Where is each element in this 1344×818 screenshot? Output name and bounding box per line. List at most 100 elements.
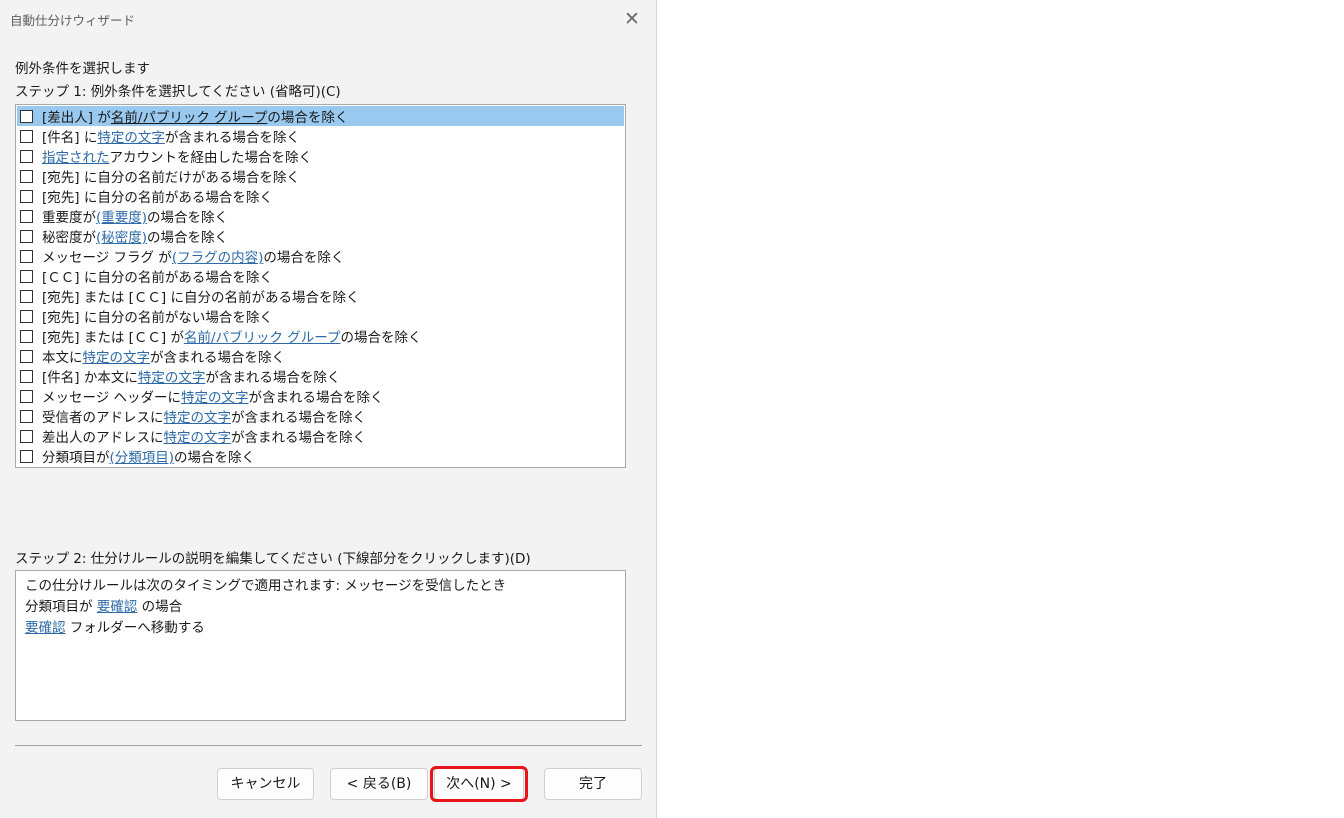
condition-text: [件名] か本文に [42, 370, 138, 386]
condition-checkbox[interactable] [20, 349, 33, 363]
rules-wizard-dialog: 自動仕分けウィザード ✕ 例外条件を選択します ステップ 1: 例外条件を選択し… [0, 0, 657, 818]
condition-text: が含まれる場合を除く [164, 130, 300, 146]
description-value-link[interactable]: 要確認 [97, 599, 138, 615]
condition-text: [件名] に [42, 130, 98, 146]
condition-text: の場合を除く [263, 250, 345, 266]
condition-value-link[interactable]: 名前/パブリック グループ [111, 106, 268, 126]
condition-checkbox[interactable] [20, 449, 33, 463]
condition-text: の場合を除く [174, 450, 256, 466]
step2-label: ステップ 2: 仕分けルールの説明を編集してください (下線部分をクリックします… [15, 551, 531, 567]
condition-checkbox[interactable] [20, 329, 33, 343]
exception-conditions-list[interactable]: [差出人] が 名前/パブリック グループ の場合を除く [件名] に 特定の文字… [15, 104, 626, 468]
description-text: の場合 [137, 599, 183, 615]
condition-value-link[interactable]: (重要度) [96, 206, 147, 226]
description-value-link[interactable]: 要確認 [25, 620, 66, 636]
condition-checkbox[interactable] [20, 409, 33, 423]
condition-row[interactable]: 受信者のアドレスに 特定の文字 が含まれる場合を除く [17, 406, 624, 426]
condition-value-link[interactable]: (秘密度) [96, 226, 147, 246]
rule-description-box[interactable]: この仕分けルールは次のタイミングで適用されます: メッセージを受信したとき 分類項… [15, 570, 626, 721]
description-line: 要確認 フォルダーへ移動する [25, 616, 205, 636]
condition-text: [宛先] に自分の名前がない場合を除く [42, 310, 273, 326]
condition-row[interactable]: [宛先] または [ＣＣ] が 名前/パブリック グループ の場合を除く [17, 326, 624, 346]
condition-row[interactable]: [宛先] に自分の名前だけがある場合を除く [17, 166, 624, 186]
condition-row[interactable]: [宛先] または [ＣＣ] に自分の名前がある場合を除く [17, 286, 624, 306]
close-icon[interactable]: ✕ [621, 8, 643, 30]
condition-checkbox[interactable] [20, 209, 33, 223]
condition-checkbox[interactable] [20, 129, 33, 143]
condition-text: [ＣＣ] に自分の名前がある場合を除く [42, 270, 273, 286]
condition-checkbox[interactable] [20, 309, 33, 323]
condition-row[interactable]: [件名] か本文に 特定の文字 が含まれる場合を除く [17, 366, 624, 386]
condition-row[interactable]: 重要度が (重要度) の場合を除く [17, 206, 624, 226]
condition-text: 分類項目が [42, 450, 110, 466]
condition-row[interactable]: 本文に 特定の文字 が含まれる場合を除く [17, 346, 624, 366]
condition-text: の場合を除く [267, 110, 349, 126]
next-button[interactable]: 次へ(N) > [434, 768, 524, 800]
condition-row[interactable]: [差出人] が 名前/パブリック グループ の場合を除く [17, 106, 624, 126]
condition-value-link[interactable]: 指定された [42, 146, 110, 166]
condition-text: [宛先] に自分の名前がある場合を除く [42, 190, 273, 206]
condition-value-link[interactable]: 特定の文字 [83, 346, 151, 366]
cancel-button[interactable]: キャンセル [217, 768, 314, 800]
condition-text: が含まれる場合を除く [231, 430, 366, 446]
finish-button[interactable]: 完了 [544, 768, 642, 800]
condition-text: の場合を除く [147, 230, 229, 246]
description-text: フォルダーへ移動する [65, 620, 205, 636]
condition-checkbox[interactable] [20, 249, 33, 263]
condition-value-link[interactable]: 特定の文字 [164, 426, 232, 446]
condition-checkbox[interactable] [20, 229, 33, 243]
condition-text: が含まれる場合を除く [150, 350, 285, 366]
title-bar: 自動仕分けウィザード ✕ [0, 0, 657, 38]
condition-text: が含まれる場合を除く [205, 370, 341, 386]
condition-text: [差出人] が [42, 110, 111, 126]
condition-text: メッセージ ヘッダーに [42, 390, 182, 406]
description-text: この仕分けルールは次のタイミングで適用されます: メッセージを受信したとき [25, 578, 507, 594]
condition-value-link[interactable]: 特定の文字 [138, 366, 206, 386]
description-text: 分類項目が [25, 599, 97, 615]
condition-row[interactable]: [ＣＣ] に自分の名前がある場合を除く [17, 266, 624, 286]
condition-value-link[interactable]: 名前/パブリック グループ [184, 326, 341, 346]
condition-checkbox[interactable] [20, 289, 33, 303]
condition-row[interactable]: [件名] に 特定の文字 が含まれる場合を除く [17, 126, 624, 146]
back-button[interactable]: < 戻る(B) [330, 768, 428, 800]
condition-text: メッセージ フラグ が [42, 250, 172, 266]
condition-text: 重要度が [42, 210, 96, 226]
dialog-title: 自動仕分けウィザード [10, 13, 136, 28]
condition-checkbox[interactable] [20, 389, 33, 403]
condition-text: [宛先] または [ＣＣ] に自分の名前がある場合を除く [42, 290, 360, 306]
condition-row[interactable]: [宛先] に自分の名前がある場合を除く [17, 186, 624, 206]
condition-value-link[interactable]: 特定の文字 [181, 386, 249, 406]
condition-row[interactable]: 差出人のアドレスに 特定の文字 が含まれる場合を除く [17, 426, 624, 446]
condition-text: 差出人のアドレスに [42, 430, 164, 446]
condition-value-link[interactable]: 特定の文字 [97, 126, 165, 146]
condition-text: 受信者のアドレスに [42, 410, 164, 426]
condition-text: の場合を除く [340, 330, 422, 346]
condition-checkbox[interactable] [20, 109, 33, 123]
condition-row[interactable]: メッセージ ヘッダーに 特定の文字 が含まれる場合を除く [17, 386, 624, 406]
page-heading: 例外条件を選択します [15, 61, 150, 77]
condition-checkbox[interactable] [20, 149, 33, 163]
condition-row[interactable]: 分類項目が (分類項目) の場合を除く [17, 446, 624, 466]
condition-row[interactable]: [宛先] に自分の名前がない場合を除く [17, 306, 624, 326]
condition-row[interactable]: 秘密度が (秘密度) の場合を除く [17, 226, 624, 246]
condition-value-link[interactable]: 特定の文字 [164, 406, 232, 426]
condition-text: の場合を除く [147, 210, 229, 226]
condition-row[interactable]: メッセージ フラグ が (フラグの内容) の場合を除く [17, 246, 624, 266]
condition-checkbox[interactable] [20, 269, 33, 283]
condition-text: アカウントを経由した場合を除く [109, 150, 313, 166]
condition-value-link[interactable]: (分類項目) [110, 446, 175, 466]
condition-value-link[interactable]: (フラグの内容) [172, 246, 264, 266]
condition-row[interactable]: 指定された アカウントを経由した場合を除く [17, 146, 624, 166]
condition-text: [宛先] または [ＣＣ] が [42, 330, 184, 346]
condition-text: [宛先] に自分の名前だけがある場合を除く [42, 170, 300, 186]
condition-checkbox[interactable] [20, 369, 33, 383]
condition-text: 秘密度が [42, 230, 96, 246]
description-line: この仕分けルールは次のタイミングで適用されます: メッセージを受信したとき [25, 574, 506, 594]
condition-text: 本文に [42, 350, 83, 366]
condition-checkbox[interactable] [20, 169, 33, 183]
condition-checkbox[interactable] [20, 429, 33, 443]
description-line: 分類項目が 要確認 の場合 [25, 595, 182, 615]
condition-text: が含まれる場合を除く [231, 410, 366, 426]
condition-text: が含まれる場合を除く [248, 390, 384, 406]
condition-checkbox[interactable] [20, 189, 33, 203]
